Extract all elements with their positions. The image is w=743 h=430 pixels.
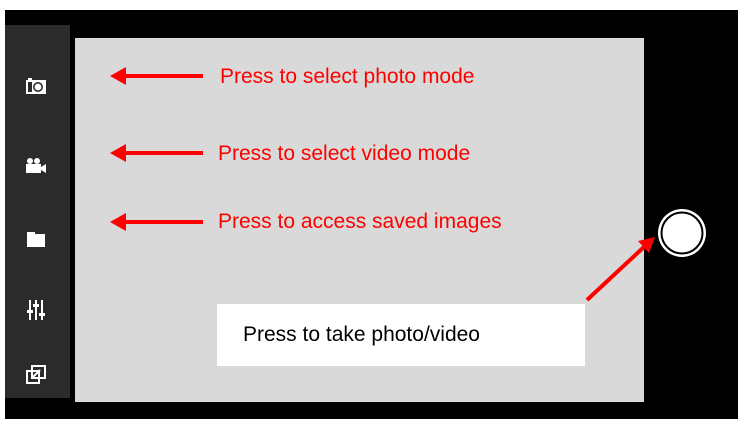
take-photo-callout: Press to take photo/video [217,304,585,366]
arrow-saved-images [110,213,203,231]
take-photo-annotation: Press to take photo/video [243,323,480,346]
arrow-video-mode [110,144,203,162]
saved-images-annotation: Press to access saved images [218,210,502,233]
arrow-shutter [585,237,655,302]
video-mode-annotation: Press to select video mode [218,142,471,165]
arrow-photo-mode [110,67,203,85]
photo-mode-annotation: Press to select photo mode [220,65,475,88]
